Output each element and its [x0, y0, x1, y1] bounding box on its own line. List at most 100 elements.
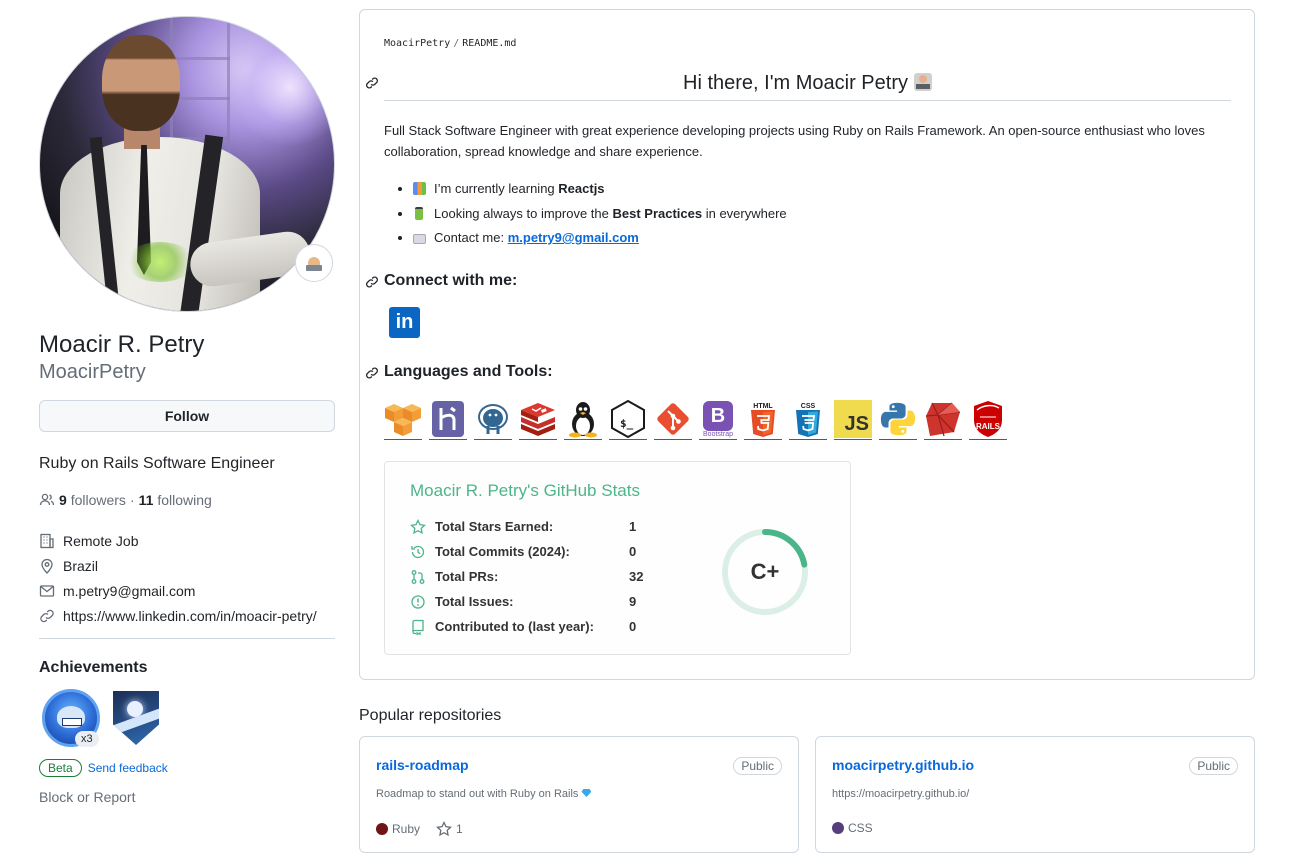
html5-icon[interactable]: HTML [744, 400, 782, 440]
repo-name-link[interactable]: rails-roadmap [376, 757, 469, 773]
anchor-link-icon[interactable] [365, 76, 379, 90]
repo-description: Roadmap to stand out with Ruby on Rails [376, 788, 592, 800]
linkedin-icon[interactable]: in [389, 307, 420, 338]
website-item: https://www.linkedin.com/in/moacir-petry… [39, 603, 335, 628]
repo-meta: Ruby 1 [376, 821, 463, 837]
books-icon [413, 182, 426, 195]
readme-heading-text: Hi there, I'm Moacir Petry [683, 72, 908, 94]
bullet-contact-text: Contact me: [434, 230, 508, 245]
follow-button[interactable]: Follow [39, 400, 335, 432]
readme-owner-link[interactable]: MoacirPetry [384, 38, 450, 49]
path-separator: / [453, 38, 460, 49]
achievement-badges: x3 [39, 689, 335, 753]
following-count: 11 [138, 492, 154, 508]
follow-stats: 9 followers · 11 following [39, 492, 335, 508]
javascript-icon[interactable]: JS [834, 400, 872, 440]
status-emoji-button[interactable] [295, 244, 333, 282]
profile-bio: Ruby on Rails Software Engineer [39, 455, 275, 472]
ruby-icon[interactable] [924, 400, 962, 440]
stat-value: 0 [629, 544, 637, 559]
pull-request-icon [411, 569, 425, 584]
anchor-link-icon[interactable] [365, 366, 379, 380]
repo-stars[interactable]: 1 [456, 822, 463, 836]
stat-label: Total PRs: [435, 569, 499, 584]
achievement-badge-yolo[interactable] [113, 689, 173, 749]
github-stats-card: Moacir R. Petry's GitHub Stats Total Sta… [384, 461, 851, 655]
stats-rows: Total Stars Earned: 1 Total Commits (202… [410, 514, 643, 639]
rails-text: RAILS [976, 422, 1001, 431]
envelope-icon [413, 234, 426, 244]
readme-bullets: I’m currently learning Reactjs Looking a… [413, 177, 787, 251]
achievement-badge-shark[interactable]: x3 [39, 689, 100, 749]
star-icon[interactable] [436, 821, 452, 837]
language-color-dot [832, 822, 844, 834]
heroku-icon[interactable] [429, 400, 467, 440]
send-feedback-link[interactable]: Send feedback [88, 761, 168, 775]
linux-icon[interactable] [564, 400, 602, 440]
email-item: m.petry9@gmail.com [39, 578, 335, 603]
followers-link[interactable]: 9 followers [59, 492, 126, 508]
stat-row-prs: Total PRs: 32 [410, 564, 643, 589]
people-icon [39, 493, 55, 506]
bullet-practices-text: Looking always to improve the [434, 205, 613, 221]
issue-icon [411, 594, 425, 609]
aws-icon[interactable] [384, 400, 422, 440]
stat-value: 9 [629, 594, 637, 609]
bootstrap-icon[interactable]: B Bootstrap [699, 400, 737, 440]
bullet-contact: Contact me: m.petry9@gmail.com [413, 226, 787, 251]
postgresql-icon[interactable] [474, 400, 512, 440]
js-letters: JS [834, 400, 872, 438]
readme-file-name: README.md [462, 38, 517, 49]
rank-grade: C+ [750, 559, 780, 584]
bullet-practices: Looking always to improve the Best Pract… [413, 202, 787, 227]
stat-label: Contributed to (last year): [435, 619, 594, 634]
anchor-link-icon[interactable] [365, 275, 379, 289]
stat-row-stars: Total Stars Earned: 1 [410, 514, 643, 539]
stat-label: Total Commits (2024): [435, 544, 570, 559]
company-item: Remote Job [39, 528, 335, 553]
readme-intro: Full Stack Software Engineer with great … [384, 123, 1205, 159]
block-report-link[interactable]: Block or Report [39, 789, 335, 805]
link-icon [40, 609, 54, 622]
profile-login: MoacirPetry [39, 361, 146, 383]
bash-prompt-text: $_ [620, 417, 634, 430]
following-link[interactable]: 11 following [139, 492, 212, 508]
git-icon[interactable] [654, 400, 692, 440]
website-link[interactable]: https://www.linkedin.com/in/moacir-petry… [63, 608, 317, 624]
gem-icon [581, 789, 592, 797]
visibility-badge: Public [1189, 757, 1238, 775]
repo-description: https://moacirpetry.github.io/ [832, 788, 970, 800]
rails-icon[interactable]: RAILS [969, 400, 1007, 440]
repo-name-link[interactable]: moacirpetry.github.io [832, 757, 974, 773]
tools-list: $_ B Bootstrap HTML CSS JS RAILS [384, 400, 1007, 440]
email-link[interactable]: m.petry9@gmail.com [63, 583, 195, 599]
repo-card: rails-roadmap Public Roadmap to stand ou… [359, 736, 799, 853]
contact-email-link[interactable]: m.petry9@gmail.com [508, 230, 639, 245]
repo-meta: CSS [832, 821, 873, 835]
company-text: Remote Job [63, 532, 139, 549]
stat-row-issues: Total Issues: 9 [410, 589, 643, 614]
bootstrap-letter: B [703, 400, 733, 431]
building-icon [40, 533, 54, 548]
mail-icon [39, 584, 55, 597]
stat-row-contributed: Contributed to (last year): 0 [410, 614, 643, 639]
bullet-learning-bold: Reactjs [558, 181, 605, 196]
moon-shield-icon [113, 691, 159, 745]
redis-icon[interactable] [519, 400, 557, 440]
css-caption: CSS [801, 403, 816, 410]
battery-icon [415, 206, 423, 220]
repo-language: CSS [848, 821, 873, 835]
avatar[interactable] [39, 16, 335, 312]
badge-multiplier: x3 [75, 731, 99, 747]
profile-readme: MoacirPetry / README.md Hi there, I'm Moac… [359, 9, 1255, 680]
css3-icon[interactable]: CSS [789, 400, 827, 440]
bullet-learning-text: I’m currently learning [434, 181, 559, 196]
technologist-emoji-icon [913, 73, 932, 91]
profile-name: Moacir R. Petry [39, 331, 205, 358]
readme-heading: Hi there, I'm Moacir Petry [384, 68, 1231, 101]
technologist-icon [306, 257, 322, 271]
achievements-title: Achievements [39, 659, 148, 676]
readme-path: MoacirPetry / README.md [384, 38, 516, 49]
python-icon[interactable] [879, 400, 917, 440]
bash-icon[interactable]: $_ [609, 400, 647, 440]
